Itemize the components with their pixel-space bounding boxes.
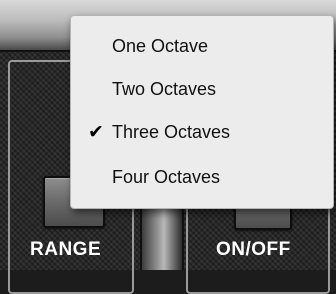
menu-item-label: Four Octaves [112, 167, 221, 187]
menu-item-one-octave[interactable]: One Octave [71, 26, 333, 66]
onoff-label: ON/OFF [216, 239, 291, 260]
octave-range-menu: One Octave Two Octaves ✔ Three Octaves F… [70, 15, 334, 209]
menu-item-two-octaves[interactable]: Two Octaves [71, 69, 333, 109]
menu-item-three-octaves[interactable]: ✔ Three Octaves [71, 112, 333, 152]
checkmark-icon: ✔ [88, 122, 104, 143]
menu-item-four-octaves[interactable]: Four Octaves [71, 157, 333, 197]
menu-item-label: Three Octaves [112, 122, 231, 142]
range-label: RANGE [30, 239, 102, 260]
menu-item-label: One Octave [112, 36, 209, 56]
menu-item-label: Two Octaves [112, 79, 217, 99]
